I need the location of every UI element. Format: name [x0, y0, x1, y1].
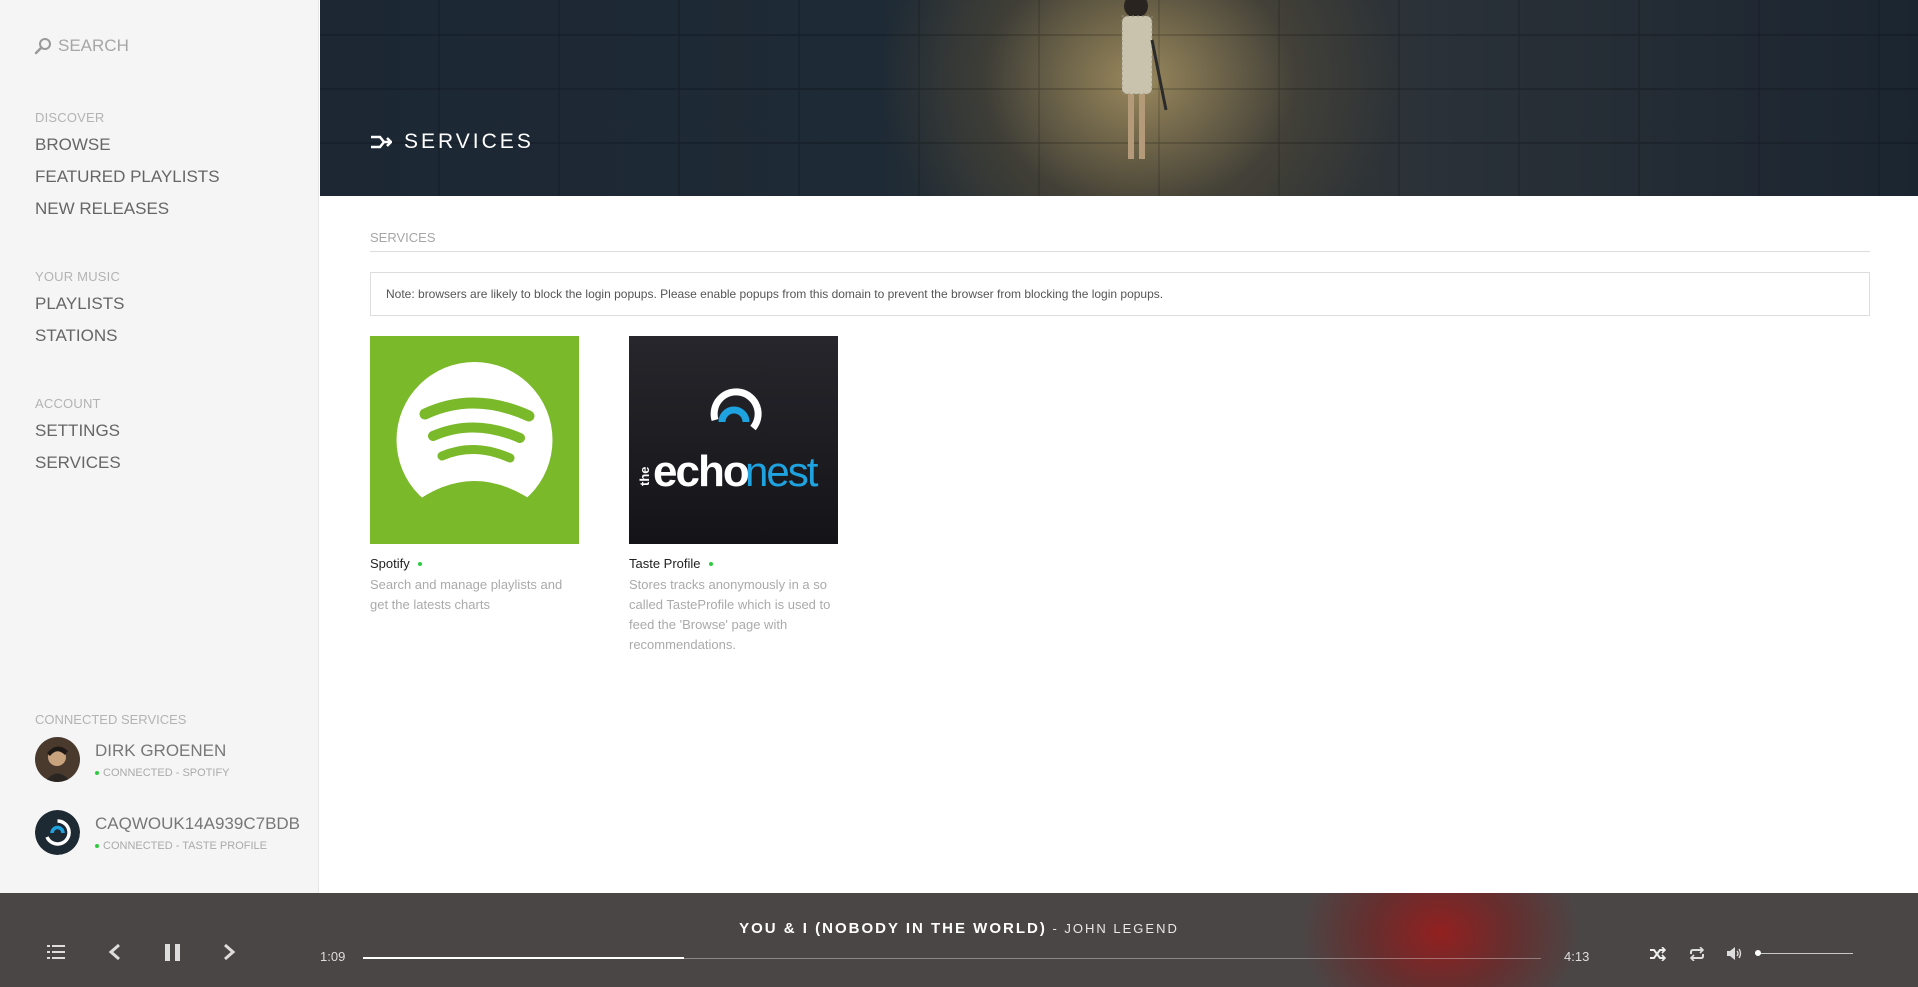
connected-account-spotify[interactable]: DIRK GROENEN CONNECTED - SPOTIFY	[35, 737, 305, 782]
shuffle-icon[interactable]	[1650, 947, 1666, 961]
repeat-icon[interactable]	[1689, 947, 1705, 961]
account-status: CONNECTED - TASTE PROFILE	[95, 840, 300, 852]
header-photo-figure	[1121, 0, 1168, 159]
volume-slider[interactable]	[1754, 950, 1853, 956]
connected-account-taste-profile[interactable]: CAQWOUK14A939C7BDB CONNECTED - TASTE PRO…	[35, 810, 305, 855]
progress-bar[interactable]	[363, 957, 1541, 959]
spotify-logo	[370, 336, 579, 544]
track-title: YOU & I (NOBODY IN THE WORLD)	[739, 920, 1047, 937]
service-name: Taste Profile	[629, 556, 838, 571]
sidebar-item-services[interactable]: SERVICES	[35, 447, 121, 479]
sidebar: DISCOVER BROWSE FEATURED PLAYLISTS NEW R…	[0, 0, 319, 893]
sidebar-item-playlists[interactable]: PLAYLISTS	[35, 288, 124, 320]
account-status-text: CONNECTED - SPOTIFY	[103, 766, 230, 779]
service-description: Stores tracks anonymously in a so called…	[629, 577, 831, 652]
connected-services: CONNECTED SERVICES DIRK GROENEN CONNECTE…	[35, 712, 305, 855]
status-dot	[708, 561, 713, 566]
nav-heading-your-music: YOUR MUSIC	[35, 269, 121, 284]
status-dot	[417, 561, 422, 566]
service-card-taste-profile[interactable]: the echo nest Taste Profile Stores track…	[629, 336, 838, 655]
queue-icon[interactable]	[47, 944, 65, 960]
echonest-logo: the echo nest	[629, 336, 838, 544]
duration-time: 4:13	[1564, 949, 1590, 964]
volume-icon[interactable]	[1727, 947, 1743, 960]
section-title: SERVICES	[370, 230, 1870, 252]
service-name: Spotify	[370, 556, 579, 571]
volume-knob[interactable]	[1754, 950, 1761, 956]
nav-discover: DISCOVER BROWSE FEATURED PLAYLISTS NEW R…	[35, 110, 220, 225]
nav-account: ACCOUNT SETTINGS SERVICES	[35, 396, 121, 479]
sidebar-item-stations[interactable]: STATIONS	[35, 320, 124, 352]
avatar	[35, 737, 80, 782]
previous-icon[interactable]	[108, 944, 122, 960]
page-title: SERVICES	[370, 130, 534, 154]
service-description: Search and manage playlists and get the …	[370, 577, 563, 612]
service-card-spotify[interactable]: Spotify Search and manage playlists and …	[370, 336, 579, 655]
popup-note: Note: browsers are likely to block the l…	[370, 272, 1870, 316]
account-status: CONNECTED - SPOTIFY	[95, 767, 230, 779]
main-content: SERVICES Note: browsers are likely to bl…	[370, 230, 1870, 655]
pause-icon[interactable]	[164, 944, 181, 961]
search-input[interactable]	[58, 36, 258, 56]
echonest-logo-the: the	[637, 467, 652, 487]
echonest-avatar	[35, 810, 80, 855]
status-dot	[95, 770, 99, 775]
account-name: CAQWOUK14A939C7BDB	[95, 813, 301, 833]
track-artist: JOHN LEGEND	[1064, 921, 1179, 936]
service-name-text: Spotify	[370, 556, 410, 571]
service-name-text: Taste Profile	[629, 556, 701, 571]
services-grid: Spotify Search and manage playlists and …	[370, 336, 1870, 655]
status-dot	[95, 843, 99, 848]
sidebar-item-new-releases[interactable]: NEW RELEASES	[35, 193, 220, 225]
page-header: SERVICES	[320, 0, 1918, 196]
sidebar-item-settings[interactable]: SETTINGS	[35, 415, 121, 447]
elapsed-time: 1:09	[320, 949, 346, 964]
nav-heading-account: ACCOUNT	[35, 396, 101, 411]
account-status-text: CONNECTED - TASTE PROFILE	[103, 839, 268, 852]
search-box[interactable]	[34, 36, 258, 56]
echonest-logo-nest: nest	[745, 448, 819, 495]
sidebar-item-browse[interactable]: BROWSE	[35, 129, 220, 161]
progress-fill	[363, 957, 685, 959]
connected-services-heading: CONNECTED SERVICES	[35, 712, 187, 727]
player-bar	[0, 893, 1918, 987]
search-icon	[34, 38, 51, 55]
next-icon[interactable]	[222, 944, 236, 960]
page-title-text: SERVICES	[404, 130, 534, 153]
nav-your-music: YOUR MUSIC PLAYLISTS STATIONS	[35, 269, 124, 352]
sidebar-item-featured-playlists[interactable]: FEATURED PLAYLISTS	[35, 161, 220, 193]
echonest-logo-echo: echo	[653, 447, 749, 496]
plug-icon	[371, 135, 392, 149]
account-name: DIRK GROENEN	[95, 740, 227, 760]
nav-heading-discover: DISCOVER	[35, 110, 105, 125]
now-playing: YOU & I (NOBODY IN THE WORLD) - JOHN LEG…	[0, 920, 1918, 937]
track-separator: -	[1046, 921, 1065, 936]
